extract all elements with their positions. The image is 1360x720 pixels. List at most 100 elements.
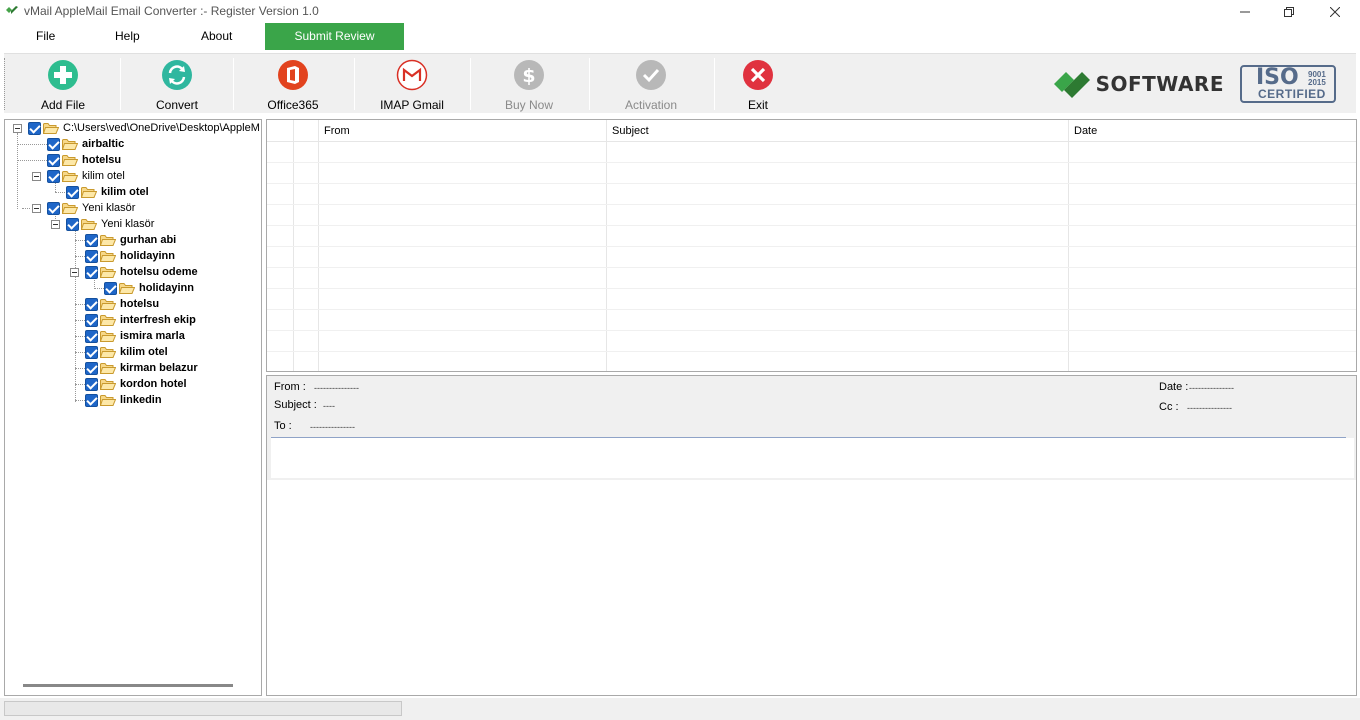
submit-review-button[interactable]: Submit Review — [265, 23, 404, 50]
tree-checkbox[interactable] — [85, 393, 98, 407]
tree-checkbox[interactable] — [47, 153, 60, 167]
activation-button[interactable]: Activation — [614, 54, 688, 114]
column-header-subject[interactable]: Subject — [612, 125, 649, 137]
tree-checkbox[interactable] — [85, 297, 98, 311]
table-row[interactable] — [267, 268, 1356, 289]
tree-item[interactable]: ismira marla — [85, 328, 185, 344]
tree-checkbox[interactable] — [47, 201, 60, 215]
gmail-icon — [396, 59, 428, 91]
table-row[interactable] — [267, 184, 1356, 205]
tree-item[interactable]: gurhan abi — [85, 232, 176, 248]
restore-button[interactable] — [1266, 0, 1312, 23]
folder-open-icon — [100, 315, 116, 326]
table-row[interactable] — [267, 226, 1356, 247]
tree-item[interactable]: Yeni klasör — [47, 200, 135, 216]
tree-item[interactable]: kordon hotel — [85, 376, 187, 392]
toolbar-separator — [233, 58, 234, 110]
date-label: Date : — [1159, 381, 1189, 393]
activation-label: Activation — [624, 98, 678, 112]
tree-item[interactable]: holidayinn — [85, 248, 175, 264]
column-header-date[interactable]: Date — [1074, 125, 1097, 137]
tree-item[interactable]: airbaltic — [47, 136, 124, 152]
exit-button[interactable]: Exit — [721, 54, 795, 114]
tree-item[interactable]: interfresh ekip — [85, 312, 196, 328]
folder-open-icon — [100, 235, 116, 246]
office365-button[interactable]: Office365 — [255, 54, 331, 114]
tree-item[interactable]: Yeni klasör — [66, 216, 154, 232]
tree-horizontal-scrollbar[interactable] — [23, 684, 233, 687]
close-window-button[interactable] — [1312, 0, 1358, 23]
checkmark-icon — [636, 60, 666, 90]
tree-item-label: kilim otel — [120, 346, 168, 358]
tree-checkbox[interactable] — [66, 185, 79, 199]
table-row[interactable] — [267, 163, 1356, 184]
minimize-icon — [1240, 11, 1250, 12]
tree-item[interactable]: kilim otel — [66, 184, 149, 200]
to-value: --------------- — [310, 422, 355, 432]
folder-tree[interactable]: C:\Users\ved\OneDrive\Desktop\AppleM air… — [4, 119, 262, 696]
tree-collapse-toggle[interactable] — [32, 204, 41, 213]
tree-item[interactable]: linkedin — [85, 392, 162, 408]
menu-help[interactable]: Help — [115, 23, 140, 50]
buy-now-button[interactable]: $ Buy Now — [492, 54, 566, 114]
status-progress — [4, 701, 402, 716]
folder-open-icon — [100, 395, 116, 406]
tree-collapse-toggle[interactable] — [51, 220, 60, 229]
folder-open-icon — [62, 171, 78, 182]
table-row[interactable] — [267, 205, 1356, 226]
toolbar: Add File Convert Office365 IMAP Gmail $ … — [4, 53, 1356, 113]
folder-open-icon — [62, 139, 78, 150]
folder-open-icon — [100, 251, 116, 262]
toolbar-grip[interactable] — [4, 58, 7, 110]
table-row[interactable] — [267, 142, 1356, 163]
tree-checkbox[interactable] — [28, 121, 41, 135]
folder-open-icon — [100, 363, 116, 374]
cc-label: Cc : — [1159, 401, 1179, 413]
tree-item[interactable]: holidayinn — [104, 280, 194, 296]
tree-item[interactable]: kirman belazur — [85, 360, 198, 376]
add-file-button[interactable]: Add File — [26, 54, 100, 114]
table-row[interactable] — [267, 310, 1356, 331]
office365-label: Office365 — [267, 98, 319, 112]
tree-checkbox[interactable] — [47, 169, 60, 183]
tree-collapse-toggle[interactable] — [32, 172, 41, 181]
table-row[interactable] — [267, 247, 1356, 268]
tree-checkbox[interactable] — [85, 233, 98, 247]
tree-checkbox[interactable] — [85, 361, 98, 375]
tree-collapse-toggle[interactable] — [70, 268, 79, 277]
buy-now-label: Buy Now — [504, 98, 554, 112]
tree-checkbox[interactable] — [85, 345, 98, 359]
menu-file[interactable]: File — [36, 23, 55, 50]
tree-item[interactable]: kilim otel — [47, 168, 125, 184]
tree-item-root[interactable]: C:\Users\ved\OneDrive\Desktop\AppleM — [28, 120, 260, 136]
tree-item-label: C:\Users\ved\OneDrive\Desktop\AppleM — [63, 122, 260, 134]
convert-button[interactable]: Convert — [140, 54, 214, 114]
folder-open-icon — [100, 267, 116, 278]
tree-checkbox[interactable] — [85, 377, 98, 391]
minimize-button[interactable] — [1222, 0, 1268, 23]
table-row[interactable] — [267, 352, 1356, 371]
tree-checkbox[interactable] — [85, 313, 98, 327]
tree-checkbox[interactable] — [85, 329, 98, 343]
menu-about[interactable]: About — [201, 23, 232, 50]
tree-connector — [75, 240, 85, 241]
tree-checkbox[interactable] — [104, 281, 117, 295]
brand-name: SOFTWARE — [1095, 72, 1224, 96]
email-grid[interactable]: From Subject Date — [266, 119, 1357, 372]
tree-checkbox[interactable] — [47, 137, 60, 151]
tree-item[interactable]: hotelsu — [47, 152, 121, 168]
tree-checkbox[interactable] — [85, 249, 98, 263]
office365-icon — [278, 60, 308, 90]
tree-collapse-toggle[interactable] — [13, 124, 22, 133]
tree-item[interactable]: hotelsu — [85, 296, 159, 312]
add-file-label: Add File — [40, 98, 86, 112]
table-row[interactable] — [267, 331, 1356, 352]
table-row[interactable] — [267, 289, 1356, 310]
tree-checkbox[interactable] — [66, 217, 79, 231]
tree-checkbox[interactable] — [85, 265, 98, 279]
tree-item[interactable]: hotelsu odeme — [85, 264, 198, 280]
tree-item[interactable]: kilim otel — [85, 344, 168, 360]
imap-gmail-button[interactable]: IMAP Gmail — [375, 54, 449, 114]
toolbar-separator — [354, 58, 355, 110]
column-header-from[interactable]: From — [324, 125, 350, 137]
